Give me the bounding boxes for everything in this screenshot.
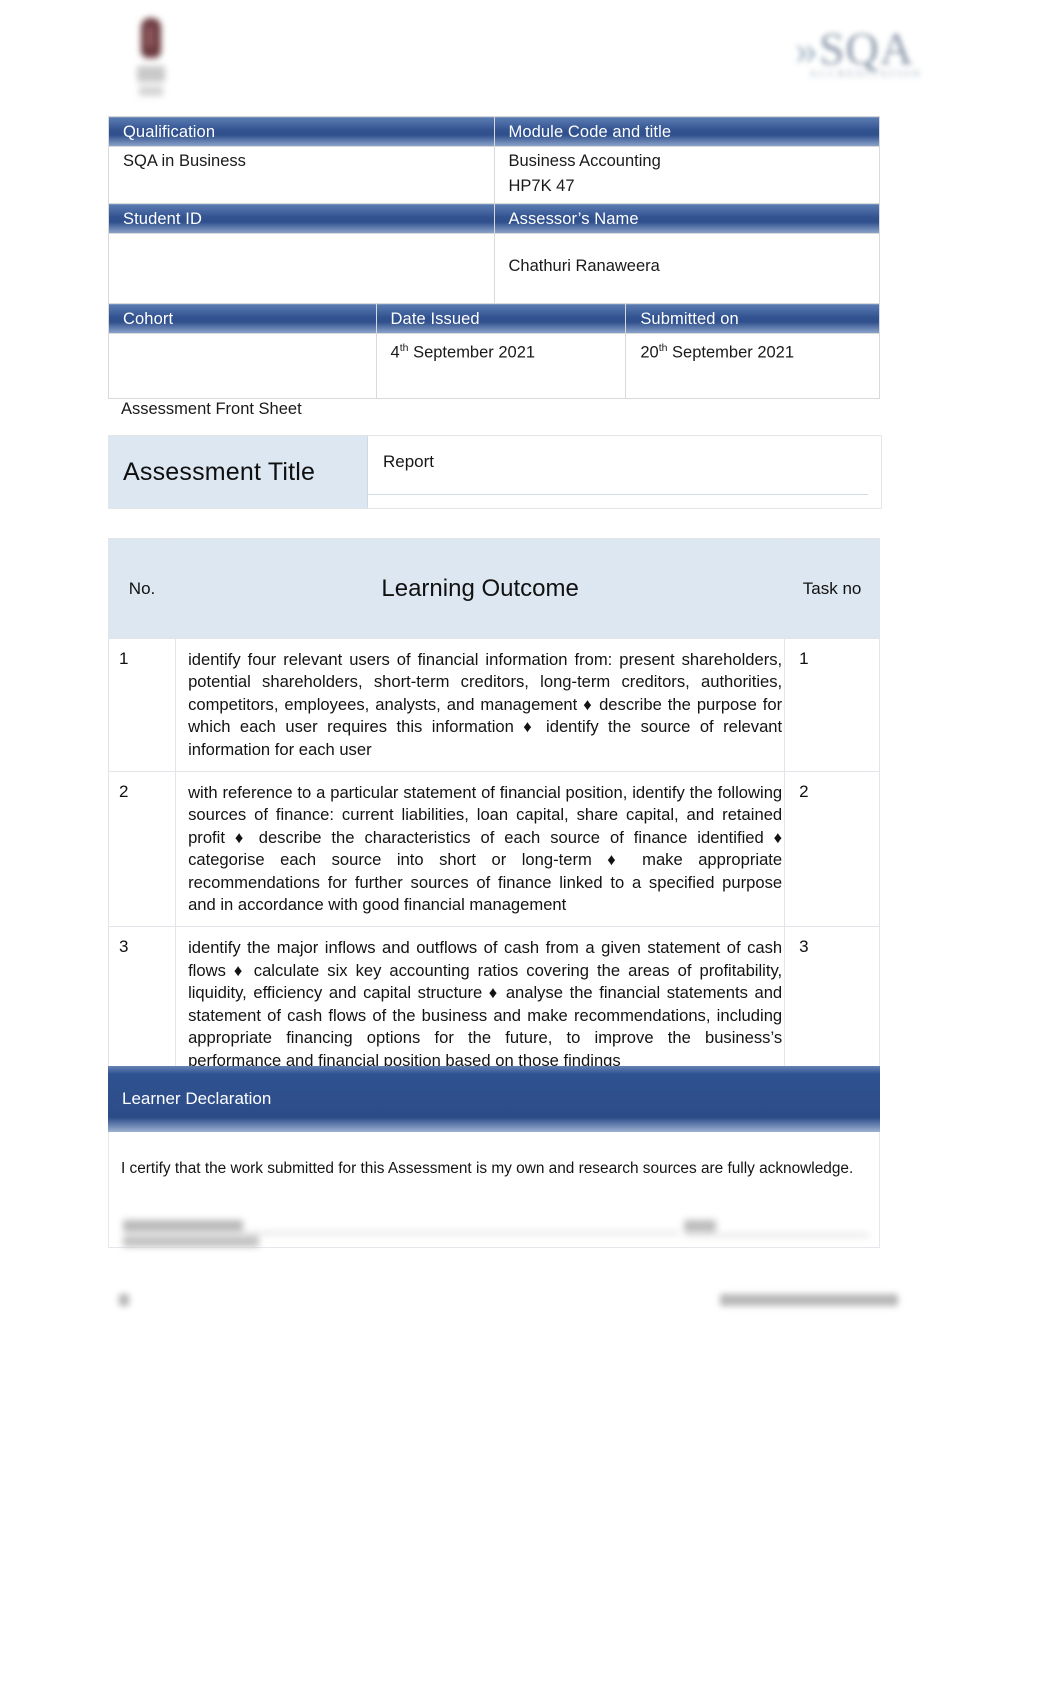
outcome-text: with reference to a particular statement… <box>175 771 786 928</box>
table-row: 3 identify the major inflows and outflow… <box>107 926 880 1083</box>
assessment-title-label-cell: Assessment Title <box>109 436 368 508</box>
signature-name-redacted <box>123 1220 243 1231</box>
signature-date-line <box>684 1234 869 1236</box>
learner-declaration-block: Learner Declaration I certify that the w… <box>108 1066 880 1248</box>
student-id-value[interactable] <box>108 233 495 307</box>
qualification-value: SQA in Business <box>108 146 495 204</box>
assessment-title-block: Assessment Title Report <box>108 435 882 509</box>
submitted-on-header: Submitted on <box>625 303 880 334</box>
module-title: Business Accounting <box>508 152 661 170</box>
table-row: 2 with reference to a particular stateme… <box>107 771 880 928</box>
student-id-header: Student ID <box>108 203 495 234</box>
assessment-info-table: Qualification Module Code and title SQA … <box>108 116 880 307</box>
sqa-logo-mark: » <box>794 23 819 74</box>
qualification-header: Qualification <box>108 116 495 147</box>
column-header-task-no: Task no <box>784 538 880 639</box>
module-value: Business Accounting HP7K 47 <box>493 146 880 204</box>
assessment-title-label: Assessment Title <box>123 457 316 486</box>
table-row: Student ID Assessor’s Name <box>108 203 880 234</box>
footer-reference-redacted <box>720 1294 898 1306</box>
outcome-text: identify the major inflows and outflows … <box>175 926 786 1083</box>
table-row: Chathuri Ranaweera <box>108 233 880 307</box>
table-header-row: No. Learning Outcome Task no <box>107 538 880 639</box>
date-issued-day: 4 <box>390 343 400 362</box>
signature-area[interactable] <box>121 1220 869 1254</box>
date-issued-value: 4th September 2021 <box>375 333 627 399</box>
sqa-logo-text: SQA <box>818 23 914 74</box>
assessor-name-value: Chathuri Ranaweera <box>493 233 880 307</box>
learner-declaration-heading: Learner Declaration <box>108 1066 880 1132</box>
sqa-logo: »SQA ACCREDITATION <box>794 22 920 80</box>
learner-declaration-statement: I certify that the work submitted for th… <box>121 1160 854 1177</box>
date-issued-header: Date Issued <box>375 303 627 334</box>
learner-declaration-body: I certify that the work submitted for th… <box>108 1132 880 1248</box>
outcome-text: identify four relevant users of financia… <box>175 637 786 773</box>
signature-caption-redacted <box>123 1236 259 1247</box>
outcome-task-no: 2 <box>784 771 880 928</box>
outcome-task-no: 3 <box>784 926 880 1083</box>
table-row: Qualification Module Code and title <box>108 116 880 147</box>
assessor-name-header: Assessor’s Name <box>493 203 880 234</box>
outcome-number: 2 <box>107 771 177 928</box>
signature-line <box>123 1232 679 1234</box>
module-code: HP7K 47 <box>508 177 575 195</box>
document-page: »SQA ACCREDITATION Qualification Module … <box>0 0 1062 1686</box>
table-row: SQA in Business Business Accounting HP7K… <box>108 146 880 204</box>
document-header-band: »SQA ACCREDITATION <box>0 0 1062 112</box>
table-row: 1 identify four relevant users of financ… <box>107 637 880 773</box>
submitted-day: 20 <box>640 343 659 362</box>
page-footer <box>108 1288 898 1318</box>
column-header-no: No. <box>107 538 177 639</box>
learning-outcomes-table: No. Learning Outcome Task no 1 identify … <box>107 538 880 1083</box>
assessment-title-value-cell[interactable]: Report <box>368 452 868 495</box>
outcome-number: 1 <box>107 637 177 773</box>
institution-crest-icon <box>133 14 169 104</box>
sqa-logo-subtitle: ACCREDITATION <box>808 68 923 80</box>
signature-date-label-redacted <box>684 1220 716 1232</box>
cohort-value[interactable] <box>108 333 377 399</box>
column-header-learning-outcome: Learning Outcome <box>175 538 786 639</box>
outcome-task-no: 1 <box>784 637 880 773</box>
submitted-on-value: 20th September 2021 <box>625 333 880 399</box>
date-issued-rest: September 2021 <box>408 343 536 362</box>
module-header: Module Code and title <box>493 116 880 147</box>
footer-page-number-redacted <box>119 1294 129 1306</box>
table-row: 4th September 2021 20th September 2021 <box>108 333 880 399</box>
cohort-header: Cohort <box>108 303 377 334</box>
cohort-dates-table: Cohort Date Issued Submitted on 4th Sept… <box>108 303 880 399</box>
assessment-title-value: Report <box>383 452 435 471</box>
outcome-number: 3 <box>107 926 177 1083</box>
submitted-rest: September 2021 <box>667 343 795 362</box>
front-sheet-caption: Assessment Front Sheet <box>121 400 302 418</box>
table-row: Cohort Date Issued Submitted on <box>108 303 880 334</box>
